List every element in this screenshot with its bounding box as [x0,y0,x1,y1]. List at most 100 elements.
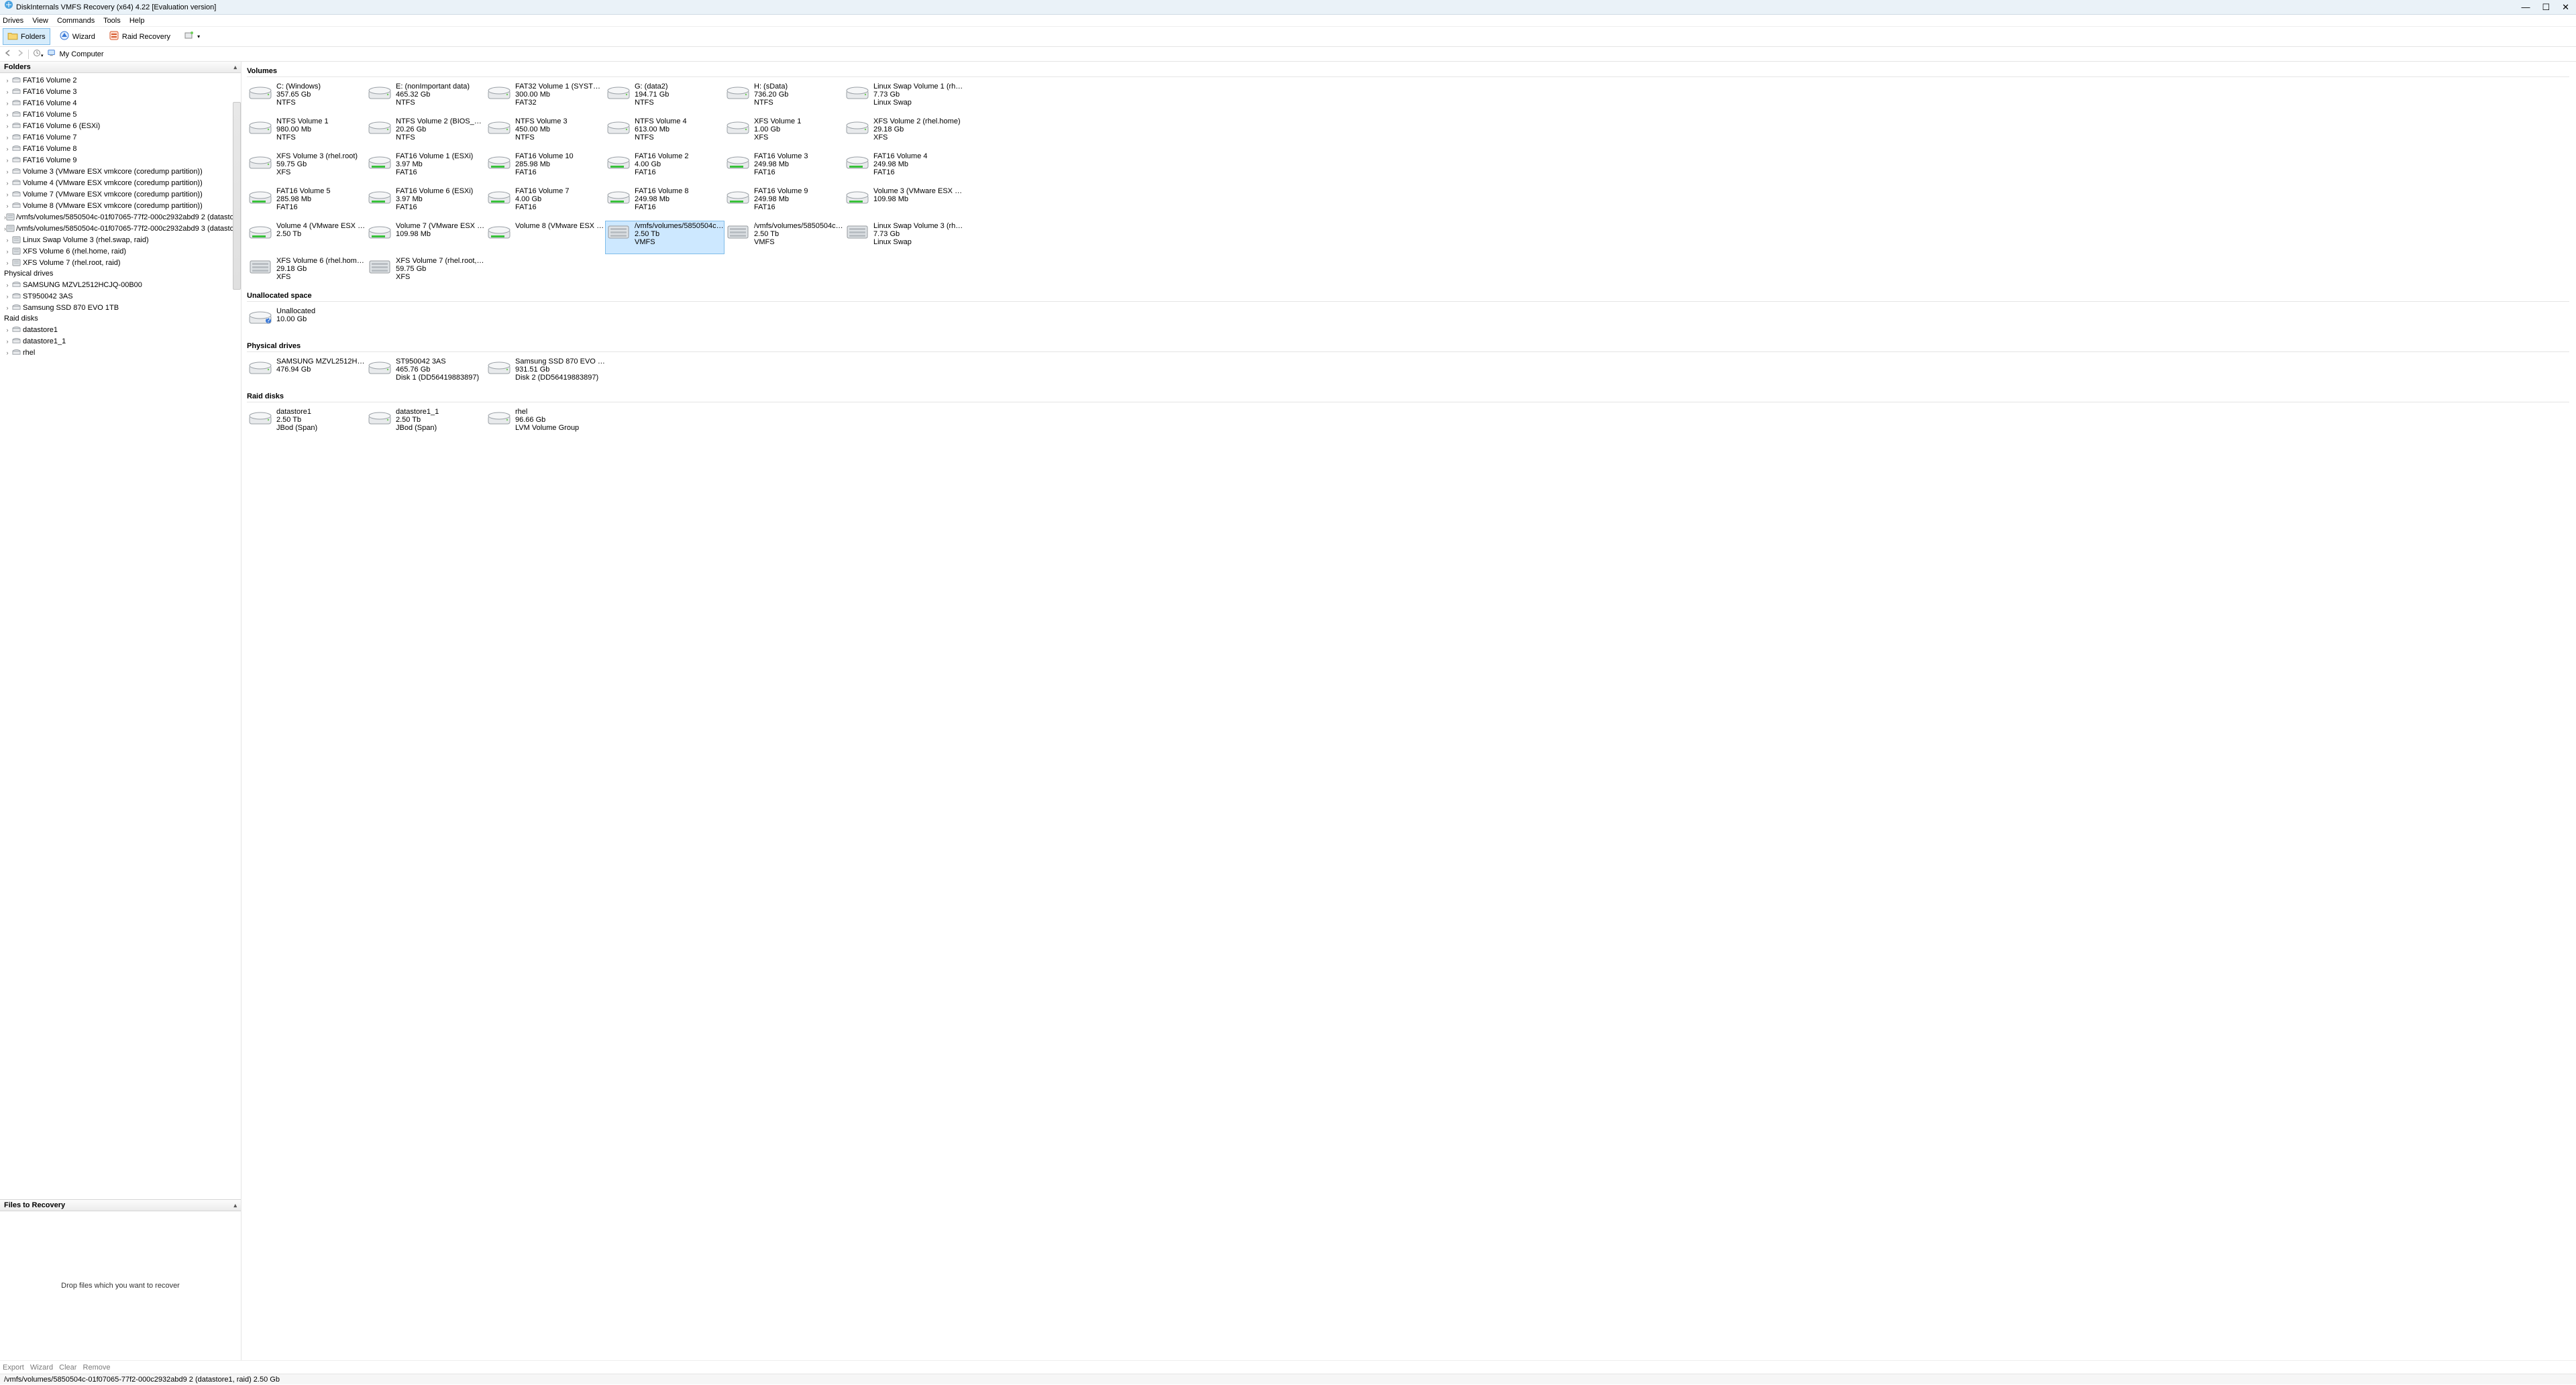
raid-disk-item[interactable]: datastore1 2.50 Tb JBod (Span) [247,406,366,440]
volume-item[interactable]: FAT16 Volume 5 285.98 Mb FAT16 [247,186,366,219]
raid-disk-item[interactable]: rhel 96.66 Gb LVM Volume Group [486,406,605,440]
expand-icon[interactable]: › [4,123,11,129]
tree-physical-1[interactable]: › ST950042 3AS [0,290,241,302]
volume-item[interactable]: NTFS Volume 3 450.00 Mb NTFS [486,116,605,150]
volume-item[interactable]: XFS Volume 2 (rhel.home) 29.18 Gb XFS [844,116,963,150]
volume-item[interactable]: XFS Volume 6 (rhel.home, raid) 29.18 Gb … [247,256,366,289]
content-pane[interactable]: Volumes C: (Windows) 357.65 Gb NTFS E: (… [241,62,2576,1360]
tree-volume-3[interactable]: › FAT16 Volume 5 [0,109,241,120]
expand-icon[interactable]: › [4,327,11,333]
expand-icon[interactable]: › [4,203,11,209]
volume-item[interactable]: G: (data2) 194.71 Gb NTFS [605,81,724,115]
action-wizard[interactable]: Wizard [30,1364,53,1372]
volume-item[interactable]: NTFS Volume 2 (BIOS_RVY) 20.26 Gb NTFS [366,116,486,150]
volume-item[interactable]: FAT16 Volume 3 249.98 Mb FAT16 [724,151,844,184]
expand-icon[interactable]: › [4,157,11,164]
tree-raid-1[interactable]: › datastore1_1 [0,335,241,347]
expand-icon[interactable]: › [4,304,11,311]
history-button[interactable]: ▾ [33,49,44,59]
volume-item[interactable]: FAT16 Volume 10 285.98 Mb FAT16 [486,151,605,184]
tree-volume-8[interactable]: › Volume 3 (VMware ESX vmkcore (coredump… [0,166,241,177]
volume-item[interactable]: FAT16 Volume 6 (ESXi) 3.97 Mb FAT16 [366,186,486,219]
expand-icon[interactable]: › [4,237,11,243]
volume-item[interactable]: Volume 3 (VMware ESX vmkcore (coredump p… [844,186,963,219]
physical-drive-item[interactable]: SAMSUNG MZVL2512HCJQ-00B00 476.94 Gb [247,356,366,390]
tree-volume-11[interactable]: › Volume 8 (VMware ESX vmkcore (coredump… [0,200,241,211]
expand-icon[interactable]: › [4,338,11,345]
expand-icon[interactable]: › [4,134,11,141]
expand-icon[interactable]: › [4,89,11,95]
expand-icon[interactable]: › [4,100,11,107]
tree-volume-13[interactable]: › /vmfs/volumes/5850504c-01f07065-77f2-0… [0,223,241,234]
volume-item[interactable]: FAT16 Volume 4 249.98 Mb FAT16 [844,151,963,184]
volume-item[interactable]: FAT16 Volume 8 249.98 Mb FAT16 [605,186,724,219]
tree-volume-7[interactable]: › FAT16 Volume 9 [0,154,241,166]
volume-item[interactable]: H: (sData) 736.20 Gb NTFS [724,81,844,115]
folders-panel-collapse[interactable]: ▴ [233,64,237,71]
tree-scrollbar[interactable] [233,102,241,290]
unallocated-item[interactable]: Unallocated 10.00 Gb [247,306,366,339]
tree-raid-2[interactable]: › rhel [0,347,241,358]
drop-zone[interactable]: Drop files which you want to recover [0,1211,241,1360]
volume-item[interactable]: FAT16 Volume 2 4.00 Gb FAT16 [605,151,724,184]
tree-volume-4[interactable]: › FAT16 Volume 6 (ESXi) [0,120,241,131]
menu-drives[interactable]: Drives [3,17,23,25]
action-remove[interactable]: Remove [83,1364,111,1372]
tree-volume-5[interactable]: › FAT16 Volume 7 [0,131,241,143]
volume-item[interactable]: FAT32 Volume 1 (SYSTEM) 300.00 Mb FAT32 [486,81,605,115]
physical-drive-item[interactable]: ST950042 3AS 465.76 Gb Disk 1 (DD5641988… [366,356,486,390]
toolbar-extra-button[interactable]: ▾ [179,28,205,45]
volume-item[interactable]: /vmfs/volumes/5850504c-01f07065-77f2-000… [605,221,724,254]
tree-volume-0[interactable]: › FAT16 Volume 2 [0,74,241,86]
raid-disk-item[interactable]: datastore1_1 2.50 Tb JBod (Span) [366,406,486,440]
volume-item[interactable]: FAT16 Volume 7 4.00 Gb FAT16 [486,186,605,219]
menu-commands[interactable]: Commands [57,17,95,25]
volume-item[interactable]: C: (Windows) 357.65 Gb NTFS [247,81,366,115]
volume-item[interactable]: Volume 4 (VMware ESX vmkcore (coredump p… [247,221,366,254]
expand-icon[interactable]: › [4,77,11,84]
tree-volume-9[interactable]: › Volume 4 (VMware ESX vmkcore (coredump… [0,177,241,188]
tree-volume-14[interactable]: › Linux Swap Volume 3 (rhel.swap, raid) [0,234,241,245]
volume-item[interactable]: NTFS Volume 4 613.00 Mb NTFS [605,116,724,150]
tree-volume-12[interactable]: › /vmfs/volumes/5850504c-01f07065-77f2-0… [0,211,241,223]
expand-icon[interactable]: › [4,180,11,186]
toolbar-wizard-button[interactable]: Wizard [54,28,100,45]
action-clear[interactable]: Clear [59,1364,76,1372]
tree-physical-2[interactable]: › Samsung SSD 870 EVO 1TB [0,302,241,313]
toolbar-raid-button[interactable]: Raid Recovery [104,28,175,45]
tree-volume-10[interactable]: › Volume 7 (VMware ESX vmkcore (coredump… [0,188,241,200]
volume-item[interactable]: XFS Volume 3 (rhel.root) 59.75 Gb XFS [247,151,366,184]
menu-help[interactable]: Help [129,17,145,25]
expand-icon[interactable]: › [4,260,11,266]
tree-volume-16[interactable]: › XFS Volume 7 (rhel.root, raid) [0,257,241,268]
tree-raid-0[interactable]: › datastore1 [0,324,241,335]
files-panel-collapse[interactable]: ▴ [233,1202,237,1209]
tree-volume-2[interactable]: › FAT16 Volume 4 [0,97,241,109]
volume-item[interactable]: Volume 7 (VMware ESX vmkcore (coredump p… [366,221,486,254]
close-button[interactable]: ✕ [2562,0,2569,15]
expand-icon[interactable]: › [4,191,11,198]
volume-item[interactable]: /vmfs/volumes/5850504c-01f07065-77f2-000… [724,221,844,254]
tree-volume-15[interactable]: › XFS Volume 6 (rhel.home, raid) [0,245,241,257]
volume-item[interactable]: XFS Volume 1 1.00 Gb XFS [724,116,844,150]
tree-volume-1[interactable]: › FAT16 Volume 3 [0,86,241,97]
expand-icon[interactable]: › [4,248,11,255]
volume-item[interactable]: E: (nonImportant data) 465.32 Gb NTFS [366,81,486,115]
tree-physical-0[interactable]: › SAMSUNG MZVL2512HCJQ-00B00 [0,279,241,290]
menu-tools[interactable]: Tools [103,17,121,25]
physical-drive-item[interactable]: Samsung SSD 870 EVO 1TB 931.51 Gb Disk 2… [486,356,605,390]
menu-view[interactable]: View [32,17,48,25]
volume-item[interactable]: NTFS Volume 1 980.00 Mb NTFS [247,116,366,150]
volume-item[interactable]: Linux Swap Volume 3 (rhel.swap, raid) 7.… [844,221,963,254]
volume-item[interactable]: FAT16 Volume 9 249.98 Mb FAT16 [724,186,844,219]
volume-item[interactable]: XFS Volume 7 (rhel.root, raid) 59.75 Gb … [366,256,486,289]
volume-item[interactable]: Volume 8 (VMware ESX vmkcore (coredump p… [486,221,605,254]
tree-volume-6[interactable]: › FAT16 Volume 8 [0,143,241,154]
expand-icon[interactable]: › [4,349,11,356]
nav-back-button[interactable] [4,49,12,59]
expand-icon[interactable]: › [4,146,11,152]
expand-icon[interactable]: › [4,111,11,118]
volume-item[interactable]: Linux Swap Volume 1 (rhel.swap) 7.73 Gb … [844,81,963,115]
expand-icon[interactable]: › [4,282,11,288]
nav-forward-button[interactable] [16,49,24,59]
